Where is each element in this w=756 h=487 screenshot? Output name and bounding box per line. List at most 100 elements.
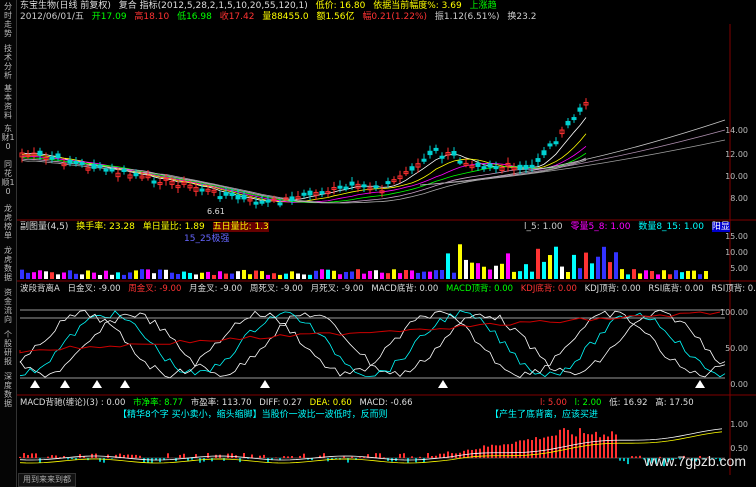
volume-bar xyxy=(266,274,270,279)
volume-header: 副图量(4,5) 换手率: 23.28 单日量比: 1.89 五日量比: 1.3 xyxy=(20,222,274,232)
buy-triangle xyxy=(438,380,448,388)
candle-body xyxy=(517,164,523,170)
volume-bar xyxy=(116,272,120,279)
macd-dea: DEA: 0.60 xyxy=(309,398,352,408)
volume-bar xyxy=(608,262,612,279)
volume-bar xyxy=(518,271,522,279)
volume-bar xyxy=(560,266,564,279)
volume-bar xyxy=(440,269,444,279)
volume-bar xyxy=(536,248,540,279)
candle-body xyxy=(319,191,325,195)
volume-bar xyxy=(68,270,72,279)
candle-body xyxy=(49,156,55,160)
volume-bar xyxy=(404,270,408,279)
kdj-tick: 100.00 xyxy=(720,308,748,317)
candle-body xyxy=(91,163,97,169)
candle-body xyxy=(133,172,139,177)
volume-bar xyxy=(530,271,534,279)
kdj-dead-month: 月死叉: -9.00 xyxy=(310,284,364,294)
kdj-line xyxy=(19,310,726,379)
volume-bar xyxy=(284,273,288,279)
candle-body xyxy=(547,143,553,147)
volume-bar xyxy=(542,261,546,279)
candle-body xyxy=(73,161,79,165)
candle-body xyxy=(301,192,307,196)
macd-tick: 1.00 xyxy=(730,420,748,429)
candle-body xyxy=(121,168,127,172)
volume-bar xyxy=(146,269,150,279)
price-tick: 8.00 xyxy=(730,194,748,203)
volume-bar xyxy=(242,269,246,279)
volume-bar xyxy=(524,264,528,279)
volume-bar xyxy=(590,263,594,279)
kdj-dead-day: 周金叉: -9.00 xyxy=(128,284,182,294)
volume-bar xyxy=(638,273,642,279)
volume-bar xyxy=(356,269,360,279)
buy-triangle xyxy=(120,380,130,388)
volume-bar xyxy=(152,273,156,279)
volume-bar xyxy=(698,274,702,279)
kdj-macd-bottom: MACD底背: 0.00 xyxy=(371,284,439,294)
volume-bar xyxy=(494,265,498,279)
macd-header-right: l: 5.00 l: 2.00 低: 16.92 高: 17.50 xyxy=(540,398,699,408)
volume-bar xyxy=(368,270,372,279)
macd-signal: 【产生了底背离，应该买进 xyxy=(490,410,599,420)
macd-macd: MACD: -0.66 xyxy=(359,398,413,408)
candle-body xyxy=(373,185,379,189)
volume-bar xyxy=(128,272,132,279)
volume-bar xyxy=(38,270,42,279)
low-price-label: 6.61 xyxy=(207,207,225,216)
volume-bar xyxy=(236,271,240,279)
candle-body xyxy=(241,194,247,200)
volume-bar xyxy=(188,272,192,279)
volume-bar xyxy=(338,274,342,279)
candle-body xyxy=(289,196,295,201)
volume-bar xyxy=(218,271,222,279)
volume-bar xyxy=(134,270,138,279)
volume-bar xyxy=(596,256,600,279)
volume-bar xyxy=(578,268,582,279)
volume-bar xyxy=(344,271,348,279)
volume-bar xyxy=(104,270,108,279)
volume-bar xyxy=(362,273,366,279)
candle-body xyxy=(565,120,571,126)
candle-body xyxy=(421,158,427,162)
volume-bar xyxy=(230,273,234,279)
volume-bar xyxy=(308,274,312,279)
candle-body xyxy=(553,141,559,145)
volume-bar xyxy=(602,246,606,279)
volume-bar xyxy=(554,246,558,279)
volume-bar xyxy=(704,270,708,279)
volume-bar xyxy=(272,273,276,279)
volume-bar xyxy=(692,270,696,279)
volume-bar xyxy=(182,271,186,279)
volume-bar xyxy=(296,273,300,279)
volume-bar xyxy=(500,263,504,279)
volume-bar xyxy=(248,274,252,279)
volume-bar xyxy=(398,273,402,279)
macd-low: 低: 16.92 xyxy=(609,398,648,408)
vol-tick: 5.00 xyxy=(730,264,748,273)
volume-bar xyxy=(86,270,90,279)
volume-bar xyxy=(380,272,384,279)
ma-line-long xyxy=(419,119,726,186)
volume-bar xyxy=(260,271,264,279)
ma-line xyxy=(21,117,587,203)
kdj-rsi-top: RSI顶背: 0.00 xyxy=(711,284,756,294)
volume-bar xyxy=(140,269,144,279)
price-tick: 12.00 xyxy=(725,150,748,159)
volume-bar xyxy=(458,244,462,279)
volume-bar xyxy=(434,270,438,279)
candle-body xyxy=(457,160,463,164)
volume-bar xyxy=(110,274,114,279)
candle-body xyxy=(487,163,493,168)
volume-bar xyxy=(92,272,96,279)
volume-bar xyxy=(158,269,162,279)
candle-body xyxy=(307,190,313,196)
price-tick: 14.00 xyxy=(725,126,748,135)
bottom-tab[interactable]: 用到来来到都 xyxy=(18,473,76,487)
candle-body xyxy=(253,201,259,205)
volume-bar xyxy=(482,266,486,279)
vol-tick: 10.00 xyxy=(725,248,748,257)
candle-body xyxy=(361,184,367,188)
